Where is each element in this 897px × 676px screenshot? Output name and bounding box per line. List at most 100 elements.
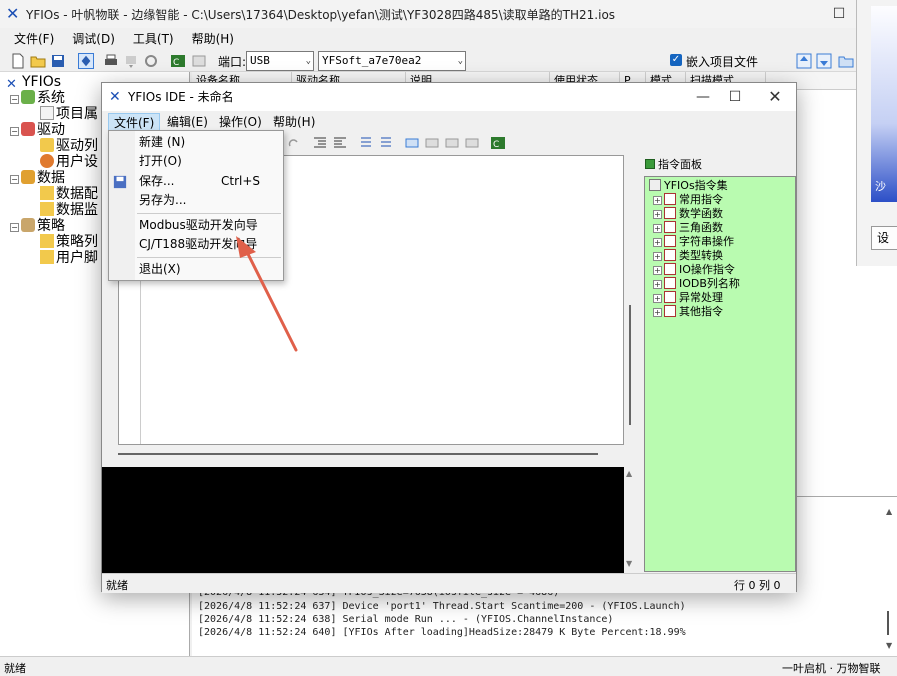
collapse-icon[interactable]: −	[10, 95, 19, 104]
main-menu-file[interactable]: 文件(F)	[8, 28, 60, 50]
bookmark-next-icon[interactable]	[444, 135, 460, 151]
download-icon[interactable]	[123, 53, 139, 69]
upload-icon[interactable]	[796, 53, 812, 69]
collapse-icon[interactable]: −	[10, 175, 19, 184]
expand-icon[interactable]: +	[653, 308, 662, 317]
list-icon	[649, 179, 661, 191]
menu-item-save[interactable]: 保存... Ctrl+S	[139, 172, 260, 190]
calc-icon[interactable]	[191, 53, 207, 69]
expand-icon[interactable]: +	[653, 196, 662, 205]
folder-icon[interactable]	[838, 53, 854, 69]
expand-icon[interactable]: +	[653, 280, 662, 289]
ide-launch-icon[interactable]: C	[170, 53, 186, 69]
tree-item-strategy-list[interactable]: 策略列	[40, 234, 98, 250]
tree-item-project-props[interactable]: 项目属	[40, 106, 98, 122]
main-menu-help[interactable]: 帮助(H)	[186, 28, 240, 50]
tree-item-system[interactable]: − 系统	[10, 90, 65, 106]
maximize-button[interactable]: ☐	[820, 0, 858, 28]
embed-checkbox[interactable]: ✓	[670, 54, 682, 66]
console-scrollbar[interactable]: ▲ ▼	[624, 467, 636, 573]
cmd-tree-item[interactable]: + 异常处理	[653, 291, 723, 305]
comment-icon[interactable]	[358, 135, 374, 151]
cmd-tree-item[interactable]: + 三角函数	[653, 221, 723, 235]
collapse-icon[interactable]: −	[10, 127, 19, 136]
expand-icon[interactable]: +	[653, 224, 662, 233]
cmd-tree-item[interactable]: + IO操作指令	[653, 263, 735, 277]
tree-item-data-config[interactable]: 数据配	[40, 186, 98, 202]
ide-maximize-button[interactable]: ☐	[716, 83, 754, 111]
script-icon	[40, 250, 54, 264]
open-folder-icon[interactable]	[30, 53, 46, 69]
redo-icon[interactable]	[286, 135, 302, 151]
expand-icon[interactable]: +	[653, 210, 662, 219]
scroll-thumb[interactable]	[629, 305, 631, 425]
ide-menu-edit[interactable]: 编辑(E)	[162, 113, 213, 131]
expand-icon[interactable]: +	[653, 266, 662, 275]
expand-icon[interactable]: +	[653, 238, 662, 247]
refresh-icon[interactable]	[143, 53, 159, 69]
menu-item-modbus-wizard[interactable]: Modbus驱动开发向导	[139, 216, 258, 234]
function-icon	[664, 249, 676, 261]
cmd-tree-item[interactable]: + IODB列名称	[653, 277, 740, 291]
log-scrollbar[interactable]: ▲ ▼	[881, 501, 895, 651]
expand-icon[interactable]: +	[653, 252, 662, 261]
compile-icon[interactable]: C	[490, 135, 506, 151]
menu-item-exit[interactable]: 退出(X)	[139, 260, 181, 278]
main-menu-tools[interactable]: 工具(T)	[127, 28, 180, 50]
scroll-thumb[interactable]	[118, 453, 598, 455]
menu-item-cjt188-wizard[interactable]: CJ/T188驱动开发向导	[139, 235, 257, 253]
ide-menu-file[interactable]: 文件(F)	[108, 113, 161, 131]
tree-item-root[interactable]: ✕ YFIOs	[6, 74, 61, 92]
scroll-down-icon[interactable]: ▼	[626, 559, 632, 568]
tree-item-data[interactable]: − 数据	[10, 170, 65, 186]
port-select[interactable]: USB ⌄	[246, 51, 314, 71]
ide-menu-help[interactable]: 帮助(H)	[268, 113, 320, 131]
tree-item-driver-list[interactable]: 驱动列	[40, 138, 98, 154]
download-arrow-icon[interactable]	[816, 53, 832, 69]
ide-status-text: 就绪	[106, 579, 128, 592]
bookmark-prev-icon[interactable]	[424, 135, 440, 151]
scroll-thumb[interactable]	[887, 611, 889, 635]
main-status-text: 就绪	[4, 662, 26, 675]
port-select-value: USB	[250, 54, 270, 67]
tree-item-user-script[interactable]: 用户脚	[40, 250, 98, 266]
output-console[interactable]	[102, 467, 636, 573]
cmd-tree-item[interactable]: + 常用指令	[653, 193, 723, 207]
ide-menu-operate[interactable]: 操作(O)	[214, 113, 267, 131]
tree-item-strategy[interactable]: − 策略	[10, 218, 65, 234]
editor-vscrollbar[interactable]	[626, 155, 634, 431]
bookmark-clear-icon[interactable]	[464, 135, 480, 151]
connect-icon[interactable]	[78, 53, 94, 69]
main-menu-debug[interactable]: 调试(D)	[66, 28, 121, 50]
scroll-down-icon[interactable]: ▼	[886, 641, 892, 650]
menu-item-new[interactable]: 新建 (N)	[139, 133, 185, 151]
cmd-tree-item[interactable]: + 数学函数	[653, 207, 723, 221]
script-icon	[40, 234, 54, 248]
save-icon[interactable]	[50, 53, 66, 69]
menu-item-save-as[interactable]: 另存为...	[139, 191, 186, 209]
cmd-tree-root[interactable]: YFIOs指令集	[649, 179, 728, 193]
ide-logo-icon: ✕	[109, 89, 121, 105]
bookmark-icon[interactable]	[404, 135, 420, 151]
new-file-icon[interactable]	[10, 53, 26, 69]
collapse-icon[interactable]: −	[10, 223, 19, 232]
device-select[interactable]: YFSoft_a7e70ea2 ⌄	[318, 51, 466, 71]
menu-item-open[interactable]: 打开(O)	[139, 152, 182, 170]
scroll-up-icon[interactable]: ▲	[626, 469, 632, 478]
uncomment-icon[interactable]	[378, 135, 394, 151]
print-icon[interactable]	[103, 53, 119, 69]
ide-close-button[interactable]: ✕	[756, 83, 794, 111]
indent-icon[interactable]	[312, 135, 328, 151]
scroll-up-icon[interactable]: ▲	[886, 507, 892, 516]
side-dialog-button[interactable]: 设	[871, 226, 897, 250]
editor-hscrollbar[interactable]	[118, 449, 624, 459]
tree-item-driver[interactable]: − 驱动	[10, 122, 65, 138]
expand-icon[interactable]: +	[653, 294, 662, 303]
menu-icon-gutter	[109, 131, 135, 280]
cmd-tree-item[interactable]: + 其他指令	[653, 305, 723, 319]
tree-item-data-monitor[interactable]: 数据监	[40, 202, 98, 218]
cmd-tree-item[interactable]: + 字符串操作	[653, 235, 734, 249]
tree-item-user-device[interactable]: 用户设	[40, 154, 98, 170]
outdent-icon[interactable]	[332, 135, 348, 151]
cmd-tree-item[interactable]: + 类型转换	[653, 249, 723, 263]
